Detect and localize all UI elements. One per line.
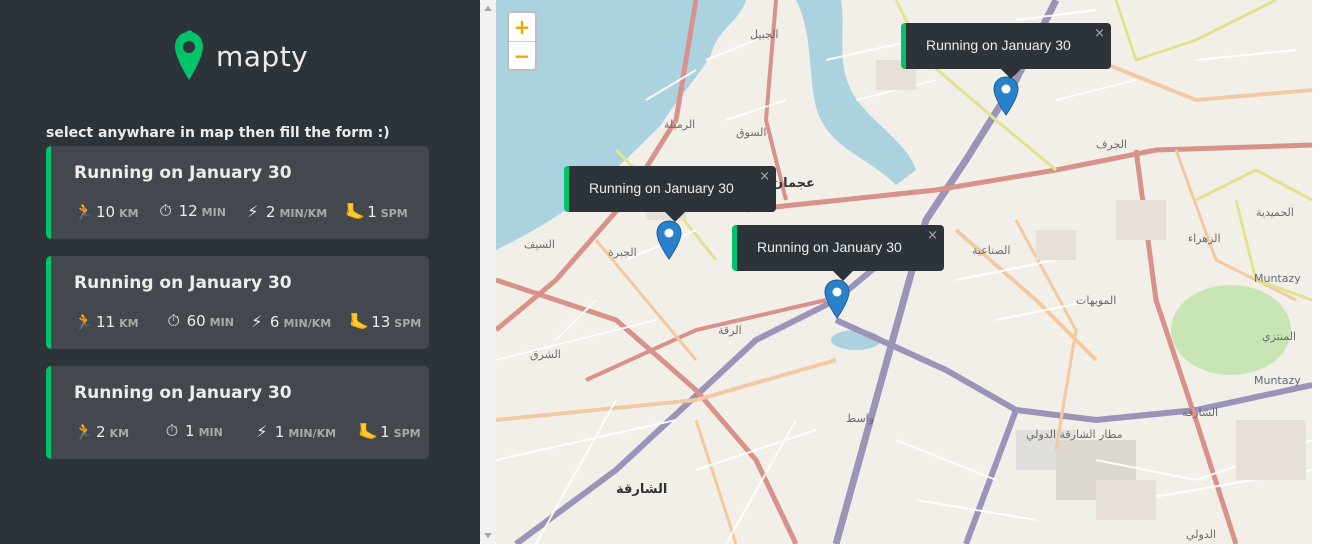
page-edge bbox=[1312, 0, 1326, 544]
workout-card[interactable]: Running on January 30 🏃 11 KM ⏱ 60 MIN ⚡… bbox=[46, 256, 429, 349]
map[interactable]: الشارقة Muntazy Muntazy الرميلة السوق ال… bbox=[496, 0, 1312, 544]
workout-distance: 🏃 2 KM bbox=[74, 421, 130, 441]
workout-duration: ⏱ 1 MIN bbox=[163, 421, 223, 441]
workout-popup[interactable]: Running on January 30 × bbox=[564, 166, 776, 222]
zoom-in-button[interactable]: + bbox=[509, 13, 535, 42]
map-label: الدولي bbox=[1186, 528, 1217, 541]
workout-cadence: 🦶 1 SPM bbox=[345, 201, 408, 221]
brand: mapty bbox=[174, 30, 308, 82]
workout-title: Running on January 30 bbox=[74, 273, 292, 293]
map-tiles bbox=[496, 0, 1312, 544]
popup-text: Running on January 30 bbox=[926, 37, 1071, 53]
map-label: الموبهات bbox=[1076, 294, 1117, 307]
map-label: الجبرة bbox=[608, 246, 637, 259]
workout-popup[interactable]: Running on January 30 × bbox=[901, 23, 1111, 79]
foot-icon: 🦶 bbox=[345, 201, 366, 221]
stopwatch-icon: ⏱ bbox=[159, 201, 172, 220]
map-label: السوق bbox=[736, 126, 767, 139]
map-pin-logo-icon bbox=[175, 30, 203, 80]
map-marker-icon[interactable] bbox=[993, 76, 1019, 116]
map-label: المنتزي bbox=[1262, 330, 1297, 343]
map-marker-icon[interactable] bbox=[656, 220, 682, 260]
popup-close-icon[interactable]: × bbox=[759, 169, 770, 184]
map-label: مطار الشارقة الدولي bbox=[1026, 428, 1123, 441]
map-label-muntazy: Muntazy bbox=[1254, 272, 1301, 285]
workout-card[interactable]: Running on January 30 🏃 10 KM ⏱ 12 MIN ⚡… bbox=[46, 146, 429, 239]
popup-close-icon[interactable]: × bbox=[927, 228, 938, 243]
workout-distance: 🏃 11 KM bbox=[74, 311, 139, 331]
map-label: الزهراء bbox=[1188, 232, 1221, 245]
hint-text: select anywhare in map then fill the for… bbox=[46, 125, 390, 141]
workout-card[interactable]: Running on January 30 🏃 2 KM ⏱ 1 MIN ⚡ 1… bbox=[46, 366, 429, 459]
map-label-muntazy: Muntazy bbox=[1254, 374, 1301, 387]
scroll-down-arrow-icon[interactable] bbox=[484, 533, 492, 538]
workout-distance: 🏃 10 KM bbox=[74, 201, 139, 221]
map-label: الرقة bbox=[718, 324, 742, 337]
workout-pace: ⚡ 6 MIN/KM bbox=[248, 312, 331, 331]
foot-icon: 🦶 bbox=[358, 421, 379, 441]
map-label: واسط bbox=[846, 412, 875, 425]
workout-pace: ⚡ 1 MIN/KM bbox=[253, 422, 336, 441]
map-label: السيف bbox=[524, 238, 555, 251]
workout-title: Running on January 30 bbox=[74, 163, 292, 183]
map-label: الشرق bbox=[530, 348, 561, 361]
lightning-icon: ⚡ bbox=[247, 201, 259, 221]
stopwatch-icon: ⏱ bbox=[165, 421, 179, 440]
runner-icon: 🏃 bbox=[74, 201, 94, 221]
lightning-icon: ⚡ bbox=[256, 421, 268, 441]
runner-icon: 🏃 bbox=[74, 311, 94, 331]
workout-duration: ⏱ 12 MIN bbox=[157, 201, 226, 221]
stopwatch-icon: ⏱ bbox=[167, 311, 180, 330]
runner-icon: 🏃 bbox=[74, 421, 94, 441]
map-label: الجرف bbox=[1096, 138, 1127, 151]
popup-close-icon[interactable]: × bbox=[1094, 26, 1105, 41]
workout-cadence: 🦶 13 SPM bbox=[349, 311, 422, 331]
workout-pace: ⚡ 2 MIN/KM bbox=[244, 202, 327, 221]
popup-text: Running on January 30 bbox=[757, 239, 902, 255]
workout-cadence: 🦶 1 SPM bbox=[358, 421, 421, 441]
zoom-out-button[interactable]: − bbox=[509, 42, 535, 70]
map-label: الجبيل bbox=[750, 28, 779, 41]
map-label: الصناعية bbox=[972, 244, 1011, 257]
brand-name: mapty bbox=[216, 39, 309, 73]
sidebar: mapty select anywhare in map then fill t… bbox=[0, 0, 480, 544]
lightning-icon: ⚡ bbox=[251, 311, 263, 331]
map-marker-icon[interactable] bbox=[824, 279, 850, 319]
sidebar-scrollbar[interactable] bbox=[480, 0, 496, 544]
workout-title: Running on January 30 bbox=[74, 383, 292, 403]
map-label: الحميدية bbox=[1256, 206, 1294, 219]
map-label: الشارقة bbox=[1182, 406, 1219, 419]
workout-popup[interactable]: Running on January 30 × bbox=[732, 225, 944, 281]
foot-icon: 🦶 bbox=[349, 311, 370, 331]
zoom-control: + − bbox=[507, 11, 537, 71]
map-label-sharjah: الشارقة bbox=[616, 482, 668, 497]
workout-duration: ⏱ 60 MIN bbox=[165, 311, 234, 331]
scroll-up-arrow-icon[interactable] bbox=[484, 6, 492, 11]
map-label: الرميلة bbox=[664, 118, 696, 131]
popup-text: Running on January 30 bbox=[589, 180, 734, 196]
map-label: عجمان bbox=[772, 176, 815, 191]
